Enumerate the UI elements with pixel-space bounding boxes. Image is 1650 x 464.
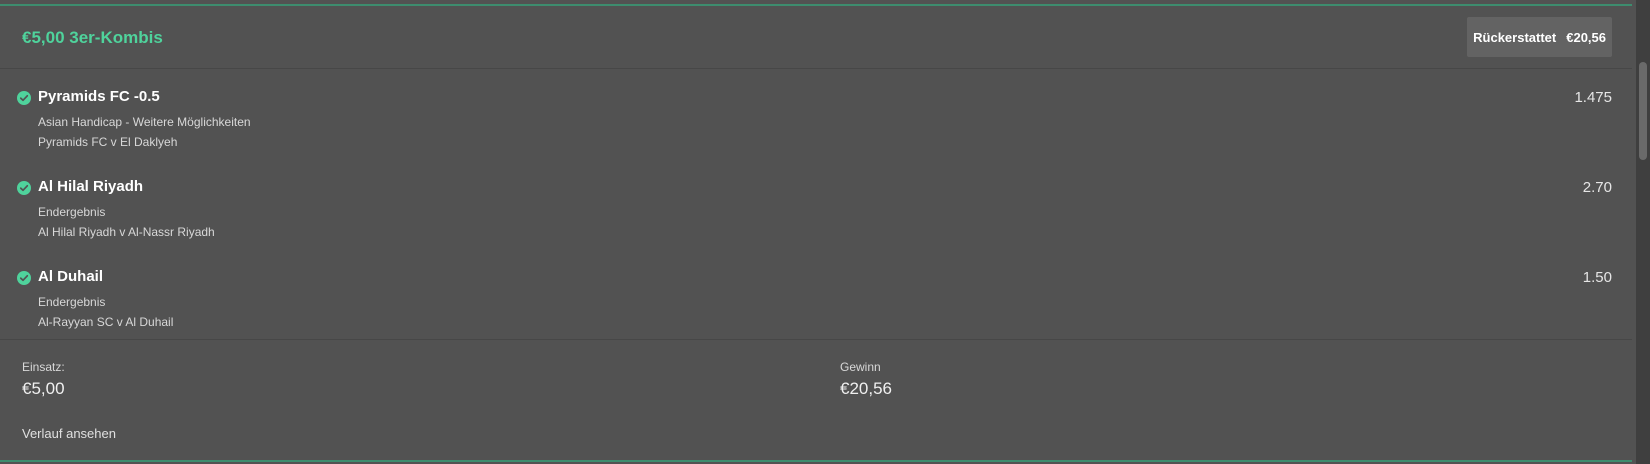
selection-name: Al Duhail	[38, 268, 104, 285]
bet-card: €5,00 3er-Kombis Rückerstattet €20,56 Py…	[0, 6, 1632, 460]
selection-event: Al Hilal Riyadh v Al-Nassr Riyadh	[38, 225, 215, 239]
selection-event: Pyramids FC v El Daklyeh	[38, 135, 178, 149]
list-item: Pyramids FC -0.5 Asian Handicap - Weiter…	[0, 74, 1632, 164]
bet-footer: Einsatz: €5,00 Gewinn €20,56 Verlauf ans…	[0, 339, 1632, 461]
stake-value: €5,00	[22, 379, 65, 398]
selection-name: Al Hilal Riyadh	[38, 178, 144, 195]
check-circle-icon	[17, 91, 31, 105]
selection-event: Al-Rayyan SC v Al Duhail	[38, 315, 174, 329]
list-item: Al Hilal Riyadh Endergebnis Al Hilal Riy…	[0, 164, 1632, 254]
win-label: Gewinn	[840, 360, 881, 374]
bottom-divider	[0, 460, 1632, 462]
list-item: Al Duhail Endergebnis Al-Rayyan SC v Al …	[0, 254, 1632, 344]
win-value: €20,56	[840, 379, 892, 398]
selection-market: Endergebnis	[38, 295, 106, 309]
refund-amount: €20,56	[1566, 29, 1606, 45]
refund-label: Rückerstattet	[1473, 29, 1557, 45]
selection-list: Pyramids FC -0.5 Asian Handicap - Weiter…	[0, 74, 1632, 344]
selection-odds: 2.70	[1582, 179, 1612, 196]
check-circle-icon	[17, 271, 31, 285]
stake-label: Einsatz:	[22, 360, 65, 374]
bet-title: €5,00 3er-Kombis	[22, 28, 163, 47]
selection-odds: 1.50	[1582, 269, 1612, 286]
refund-badge: Rückerstattet €20,56	[1467, 17, 1612, 57]
selection-market: Endergebnis	[38, 205, 106, 219]
selection-market: Asian Handicap - Weitere Möglichkeiten	[38, 115, 251, 129]
selection-odds: 1.475	[1574, 89, 1612, 106]
scrollbar-thumb[interactable]	[1639, 62, 1647, 160]
check-circle-icon	[17, 181, 31, 195]
view-history-link[interactable]: Verlauf ansehen	[22, 426, 116, 441]
bet-history-page: €5,00 3er-Kombis Rückerstattet €20,56 Py…	[0, 0, 1650, 464]
selection-name: Pyramids FC -0.5	[38, 88, 160, 105]
scrollbar[interactable]	[1636, 0, 1650, 464]
bet-header: €5,00 3er-Kombis Rückerstattet €20,56	[0, 6, 1632, 69]
